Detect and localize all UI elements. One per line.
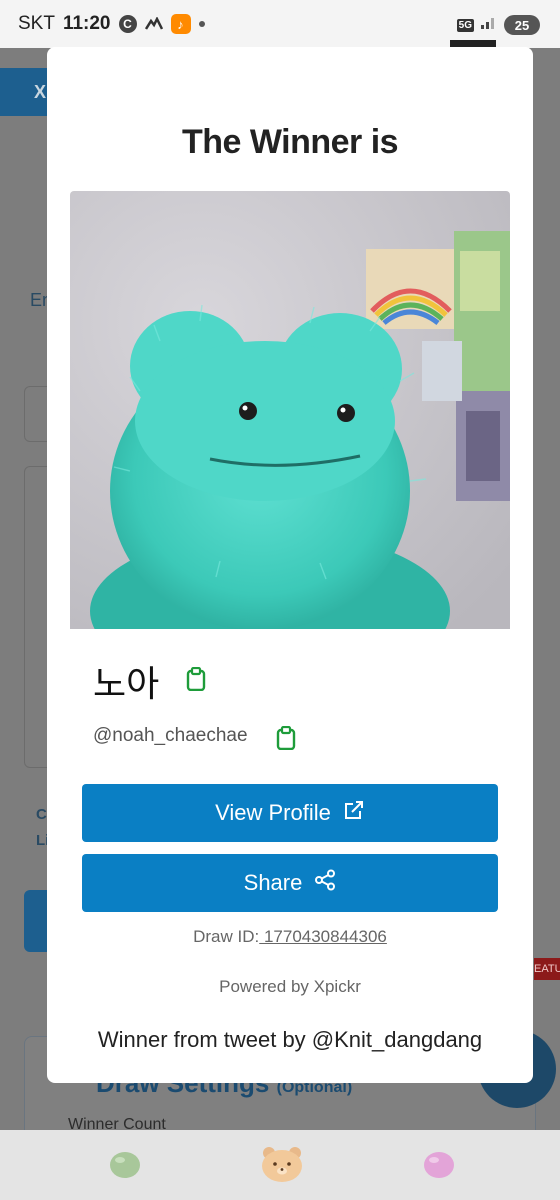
carrier-label: SKT	[18, 13, 55, 34]
share-icon	[314, 869, 336, 897]
draw-id: Draw ID: 1770430844306	[47, 927, 533, 947]
nav-item-left[interactable]	[108, 1148, 142, 1185]
network-5g-icon: 5G	[456, 18, 474, 32]
view-profile-label: View Profile	[215, 800, 331, 825]
clock: 11:20	[62, 13, 111, 34]
battery-icon: 25	[504, 15, 540, 35]
c-app-icon: C	[118, 15, 137, 33]
bear-face-icon	[260, 1147, 304, 1188]
green-bean-icon	[108, 1152, 142, 1184]
music-app-icon: ♪	[170, 14, 191, 34]
clipboard-icon	[275, 725, 297, 754]
notification-dot-icon	[198, 21, 205, 27]
draw-id-label: Draw ID:	[193, 927, 260, 946]
modal-title: The Winner is	[181, 123, 399, 161]
winner-handle: @noah_chaechae	[93, 725, 248, 746]
nav-item-center[interactable]	[260, 1144, 304, 1189]
clipboard-icon	[185, 666, 207, 695]
copy-name-button[interactable]	[185, 666, 207, 692]
tool-icon	[144, 17, 163, 31]
signal-icon	[480, 14, 498, 36]
winner-photo	[70, 191, 510, 629]
share-button[interactable]: Share	[82, 854, 498, 912]
tweet-attribution: Winner from tweet by @Knit_dangdang	[97, 1027, 483, 1052]
nav-item-right[interactable]	[422, 1148, 456, 1185]
external-link-icon	[343, 799, 365, 827]
winner-modal: The Winner is 노아 @noah_chaechae View Pro…	[47, 47, 533, 1083]
bottom-nav	[0, 1130, 560, 1200]
share-label: Share	[243, 870, 303, 895]
winner-name: 노아	[93, 664, 160, 705]
powered-by: Powered by Xpickr	[219, 977, 361, 996]
copy-handle-button[interactable]	[275, 725, 297, 751]
background-feature-badge: EATU	[534, 958, 560, 980]
draw-id-link[interactable]: 1770430844306	[259, 927, 387, 946]
view-profile-button[interactable]: View Profile	[82, 784, 498, 842]
frog-plush-image	[70, 191, 510, 629]
background-side-text: C	[36, 806, 47, 823]
pink-bean-icon	[422, 1152, 456, 1184]
